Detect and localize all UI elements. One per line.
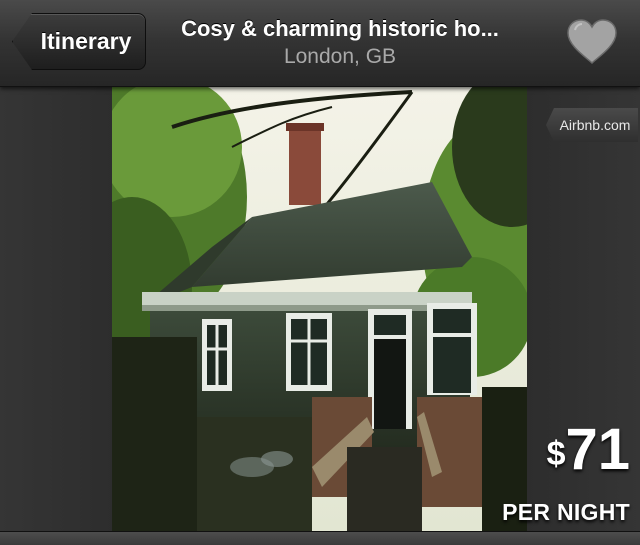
source-badge[interactable]: Airbnb.com [546,108,638,142]
source-badge-label: Airbnb.com [559,117,631,133]
bottom-bar [0,531,640,545]
back-button-label: Itinerary [40,28,132,54]
navigation-bar: Itinerary Cosy & charming historic ho...… [0,0,640,87]
back-button[interactable]: Itinerary [12,13,146,70]
listing-location: London, GB [283,45,397,68]
price-amount: 71 [565,417,630,482]
listing-title: Cosy & charming historic ho... [181,16,499,41]
price-currency: $ [546,435,566,473]
price-unit: PER NIGHT [502,499,630,525]
price: $71 [460,420,630,495]
title-block: Cosy & charming historic ho... London, G… [160,14,520,70]
heart-icon[interactable] [565,18,619,66]
price-box: $71 PER NIGHT [460,420,630,526]
